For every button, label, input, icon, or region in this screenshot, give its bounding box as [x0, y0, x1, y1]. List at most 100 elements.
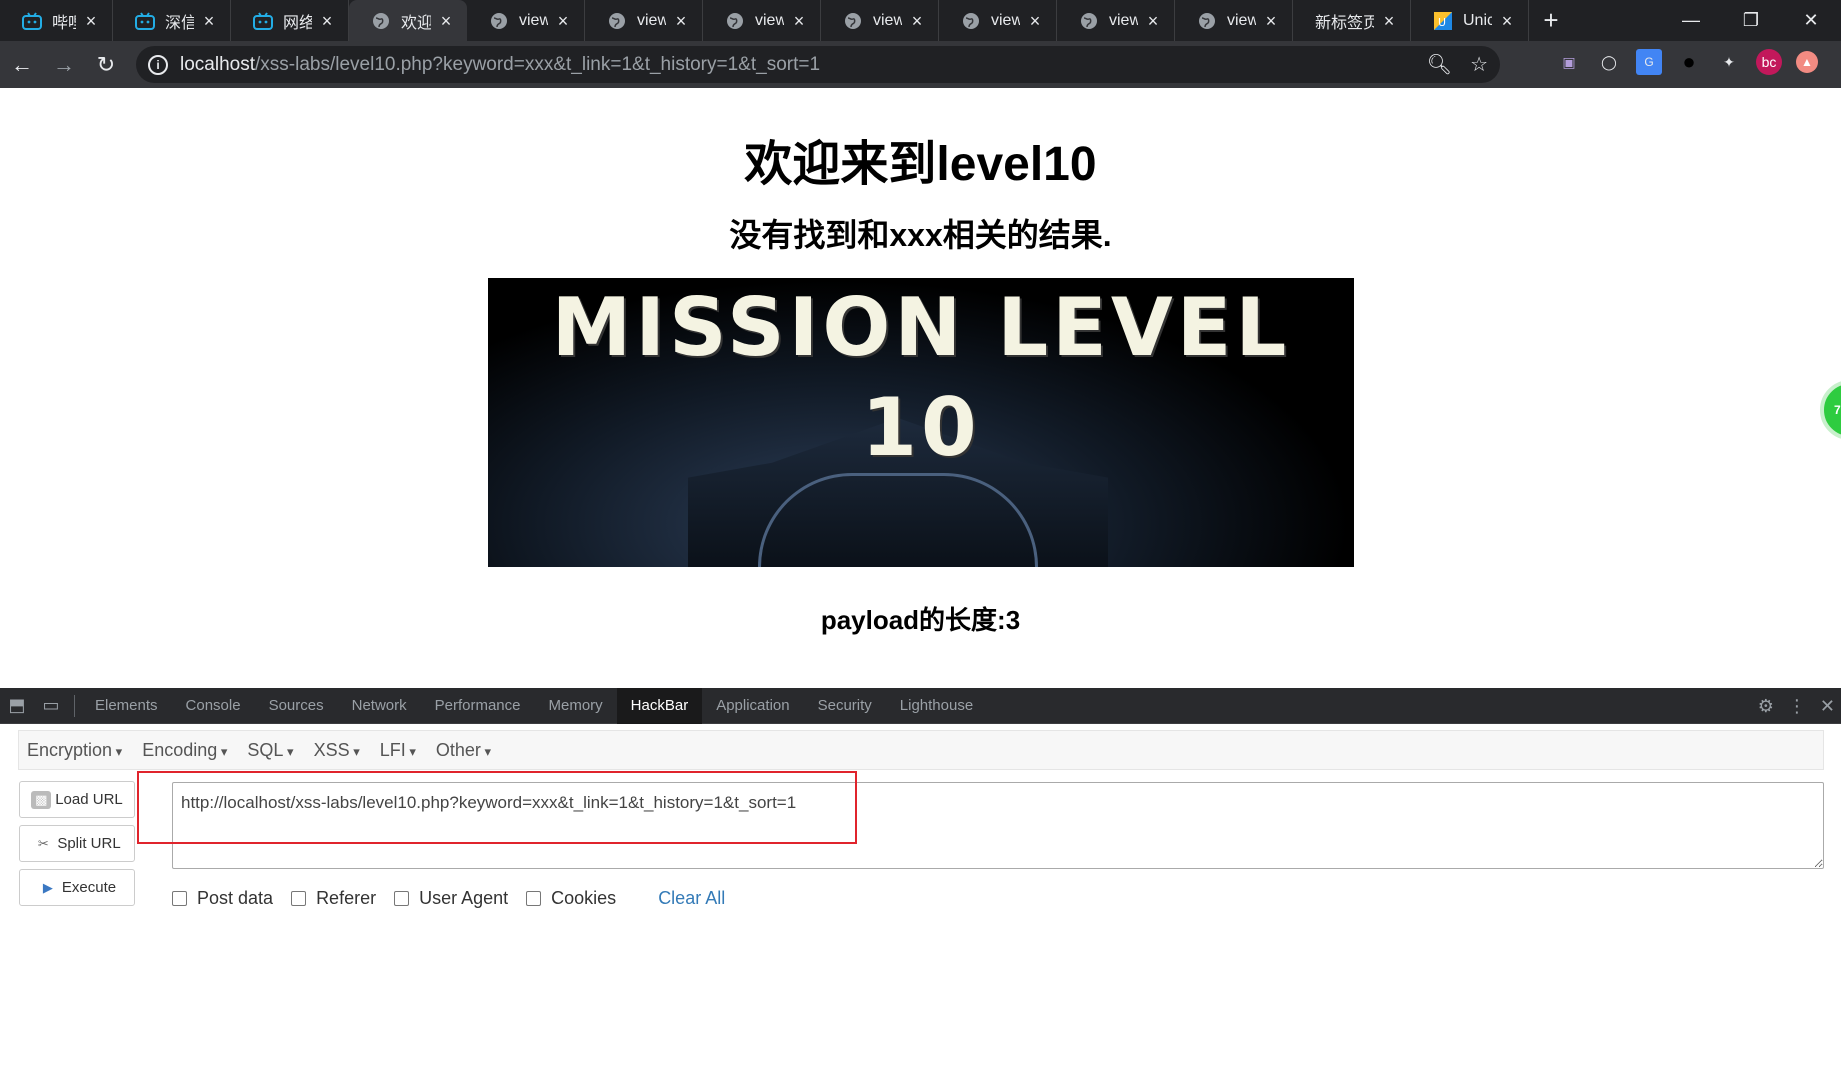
extensions-area: ▣ ◯ G ● ✦ bc ▲ — [1556, 49, 1818, 75]
hackbar-menu-encoding[interactable]: Encoding — [134, 740, 239, 761]
hackbar-menu-sql[interactable]: SQL — [239, 740, 305, 761]
circle-extension-icon[interactable]: ● — [1676, 49, 1702, 75]
side-floating-badge[interactable]: 70 — [1820, 380, 1841, 440]
post-data-checkbox[interactable] — [172, 891, 187, 906]
tab-close-icon[interactable]: × — [1380, 12, 1398, 30]
device-toolbar-icon[interactable]: ▭ — [34, 688, 68, 724]
browser-tab[interactable]: view- × — [1175, 0, 1293, 41]
tab-title: Unico — [1463, 11, 1492, 29]
globe-icon — [1079, 11, 1099, 31]
hackbar-menu-encryption[interactable]: Encryption — [19, 740, 134, 761]
tab-close-icon[interactable]: × — [908, 12, 926, 30]
browser-tab[interactable]: view- × — [585, 0, 703, 41]
tab-title: 欢迎来 — [401, 14, 431, 32]
browser-tab[interactable]: view- × — [467, 0, 585, 41]
tab-title: view- — [755, 11, 784, 29]
browser-tab[interactable]: U Unico × — [1411, 0, 1529, 41]
tab-close-icon[interactable]: × — [1498, 12, 1516, 30]
browser-tab[interactable]: 新标签页 × — [1293, 0, 1411, 41]
hackbar-menu-other[interactable]: Other — [428, 740, 503, 761]
url-host: localhost — [180, 53, 255, 75]
post-data-option[interactable]: Post data — [172, 888, 273, 909]
browser-toolbar: ← → ↻ i localhost/xss-labs/level10.php?k… — [0, 41, 1841, 88]
user-agent-checkbox[interactable] — [394, 891, 410, 906]
split-url-button[interactable]: ✂ Split URL — [19, 825, 135, 862]
browser-menu-icon[interactable]: ▲ — [1796, 51, 1818, 73]
browser-tab[interactable]: view- × — [1057, 0, 1175, 41]
devtools-tab-console[interactable]: Console — [172, 688, 255, 724]
tab-close-icon[interactable]: × — [318, 12, 336, 30]
tab-title: view- — [991, 11, 1020, 29]
cookies-checkbox[interactable] — [526, 891, 542, 906]
tab-close-icon[interactable]: × — [672, 12, 690, 30]
hackbar-menu-xss[interactable]: XSS — [306, 740, 372, 761]
devtools-tab-application[interactable]: Application — [702, 688, 803, 724]
cookies-option[interactable]: Cookies — [526, 888, 616, 909]
tab-title: view- — [1109, 11, 1138, 29]
user-agent-option[interactable]: User Agent — [394, 888, 508, 909]
avatar[interactable]: bc — [1756, 49, 1782, 75]
devtools-more-icon[interactable]: ⋮ — [1788, 696, 1806, 717]
tab-close-icon[interactable]: × — [200, 12, 218, 30]
devtools-close-icon[interactable]: ✕ — [1820, 696, 1835, 717]
back-icon[interactable]: ← — [2, 45, 42, 85]
reload-icon[interactable]: ↻ — [86, 45, 126, 85]
globe-icon — [961, 11, 981, 31]
devtools-settings-icon[interactable]: ⚙ — [1758, 696, 1774, 717]
address-bar[interactable]: i localhost/xss-labs/level10.php?keyword… — [136, 46, 1500, 83]
load-url-button[interactable]: ▩ Load URL — [19, 781, 135, 818]
referer-option[interactable]: Referer — [291, 888, 376, 909]
browser-tab[interactable]: 深信服 × — [113, 0, 231, 41]
unicode-icon: U — [1433, 11, 1453, 31]
hackbar-menu-lfi[interactable]: LFI — [372, 740, 428, 761]
site-info-icon[interactable]: i — [148, 54, 168, 75]
devtools-tab-elements[interactable]: Elements — [81, 688, 172, 724]
execute-button[interactable]: ▶ Execute — [19, 869, 135, 906]
devtools-tab-memory[interactable]: Memory — [535, 688, 617, 724]
devtools-tabs: Elements Console Sources Network Performance… — [81, 687, 987, 724]
puzzle-extensions-icon[interactable]: ✦ — [1716, 49, 1742, 75]
tab-close-icon[interactable]: × — [1026, 12, 1044, 30]
page-viewport: 欢迎来到level10 没有找到和xxx相关的结果. MISSION LEVEL… — [0, 88, 1841, 688]
browser-tab[interactable]: 网络安全 × — [231, 0, 349, 41]
browser-tab[interactable]: view- × — [821, 0, 939, 41]
hackbar-url-input[interactable] — [172, 782, 1824, 869]
tab-close-icon[interactable]: × — [1262, 12, 1280, 30]
pdf-extension-icon[interactable]: ▣ — [1556, 49, 1582, 75]
restore-icon[interactable]: ❐ — [1721, 0, 1781, 41]
globe-icon — [843, 11, 863, 31]
banner-title: MISSION LEVEL 10 — [551, 281, 1291, 474]
glasses-extension-icon[interactable]: ◯ — [1596, 49, 1622, 75]
tab-close-icon[interactable]: × — [82, 12, 100, 30]
zoom-icon[interactable]: 🔍︎ — [1427, 52, 1452, 77]
minimize-icon[interactable]: — — [1661, 0, 1721, 41]
tab-close-icon[interactable]: × — [437, 12, 455, 30]
payload-length: payload的长度:3 — [820, 605, 1021, 635]
devtools-tab-performance[interactable]: Performance — [421, 688, 535, 724]
browser-tab[interactable]: 哔哩哔哩 × — [0, 0, 113, 41]
browser-tab[interactable]: view- × — [703, 0, 821, 41]
referer-label: Referer — [316, 888, 377, 908]
tab-close-icon[interactable]: × — [1144, 12, 1162, 30]
browser-tab[interactable]: 欢迎来 × — [349, 0, 467, 41]
browser-tab[interactable]: view- × — [939, 0, 1057, 41]
bookmark-star-icon[interactable]: ☆ — [1470, 52, 1488, 77]
tab-close-icon[interactable]: × — [554, 12, 572, 30]
translate-extension-icon[interactable]: G — [1636, 49, 1662, 75]
devtools-tab-network[interactable]: Network — [338, 688, 421, 724]
devtools-tab-hackbar[interactable]: HackBar — [616, 687, 703, 724]
devtools-tab-lighthouse[interactable]: Lighthouse — [886, 688, 987, 724]
tab-close-icon[interactable]: × — [790, 12, 808, 30]
inspect-element-icon[interactable]: ⬒ — [0, 688, 34, 724]
execute-icon: ▶ — [42, 879, 53, 895]
tab-title: view- — [637, 11, 666, 29]
devtools-tab-sources[interactable]: Sources — [255, 688, 338, 724]
new-tab-button[interactable]: + — [1529, 0, 1573, 41]
referer-checkbox[interactable] — [291, 891, 307, 906]
clear-all-link[interactable]: Clear All — [658, 888, 725, 909]
globe-icon — [607, 11, 627, 31]
forward-icon[interactable]: → — [44, 45, 84, 85]
devtools-tab-security[interactable]: Security — [804, 688, 886, 724]
close-window-icon[interactable]: ✕ — [1781, 0, 1841, 41]
address-url[interactable]: localhost/xss-labs/level10.php?keyword=x… — [180, 54, 820, 76]
